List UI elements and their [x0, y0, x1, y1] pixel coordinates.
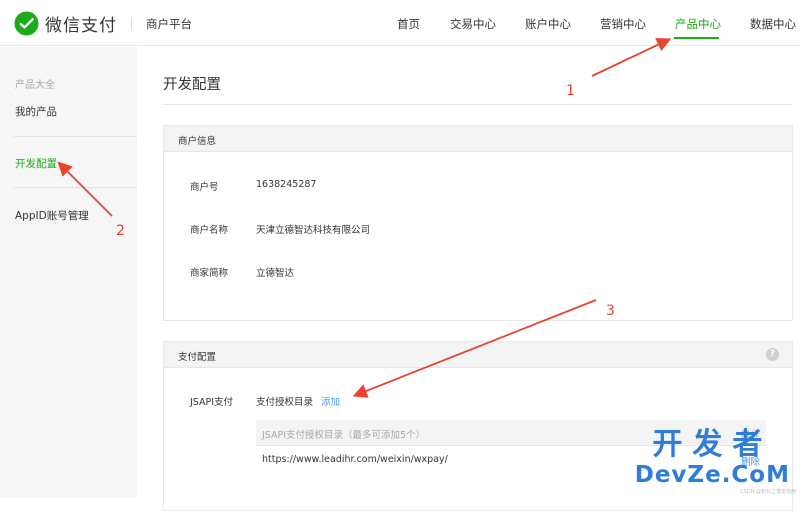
annotation-label-1: 1 [566, 83, 575, 99]
logo[interactable]: 微信支付 [14, 11, 117, 36]
nav-active-indicator [674, 37, 719, 39]
sidebar-item-my-products[interactable]: 我的产品 [15, 104, 57, 119]
nav-trade-center[interactable]: 交易中心 [450, 16, 496, 32]
sidebar: 产品大全 我的产品 开发配置 AppID账号管理 [0, 47, 137, 498]
annotation-label-3: 3 [606, 303, 615, 319]
merchant-name-value: 天津立德智达科技有限公司 [256, 225, 371, 236]
add-auth-dir-link[interactable]: 添加 [321, 394, 340, 408]
auth-dir-column-header: JSAPI支付授权目录（最多可添加5个） [262, 430, 426, 441]
merchant-name-label: 商户名称 [190, 225, 229, 236]
merchant-info-panel: 商户信息 商户号 1638245287 商户名称 天津立德智达科技有限公司 商家… [163, 125, 793, 321]
nav-product-center[interactable]: 产品中心 [675, 16, 721, 32]
top-bar: 微信支付 商户平台 首页 交易中心 账户中心 营销中心 产品中心 数据中心 [0, 0, 800, 46]
watermark-small: CSDN @初九之潜龙勿用 [740, 489, 796, 495]
nav-home[interactable]: 首页 [397, 16, 420, 32]
sidebar-divider [14, 136, 137, 137]
watermark: 开发者 DevZe.CoM [634, 427, 790, 489]
merchant-info-heading: 商户信息 [178, 136, 217, 147]
nav-marketing-center[interactable]: 营销中心 [600, 16, 646, 32]
brand-name: 微信支付 [45, 16, 117, 36]
sidebar-item-dev-config[interactable]: 开发配置 [15, 156, 57, 171]
header-divider [131, 17, 132, 30]
platform-name: 商户平台 [146, 17, 192, 31]
wechat-pay-logo-icon [14, 11, 39, 36]
watermark-cn: 开发者 [652, 427, 773, 462]
title-divider [163, 104, 793, 105]
jsapi-pay-label: JSAPI支付 [190, 397, 234, 408]
merchant-id-label: 商户号 [190, 182, 219, 193]
merchant-id-value: 1638245287 [256, 179, 317, 190]
sidebar-item-appid-management[interactable]: AppID账号管理 [15, 208, 89, 223]
nav-account-center[interactable]: 账户中心 [525, 16, 571, 32]
help-icon[interactable]: ? [766, 348, 779, 361]
pay-config-header: 支付配置 ? [164, 342, 792, 368]
annotation-label-2: 2 [116, 223, 125, 239]
merchant-short-name-label: 商家简称 [190, 268, 229, 279]
merchant-short-name-value: 立德智达 [256, 268, 295, 279]
auth-dir-url: https://www.leadihr.com/weixin/wxpay/ [262, 454, 448, 465]
auth-dir-label: 支付授权目录 [256, 397, 314, 408]
sidebar-group-label: 产品大全 [15, 80, 55, 91]
page-title: 开发配置 [163, 77, 221, 93]
merchant-info-header: 商户信息 [164, 126, 792, 152]
nav-data-center[interactable]: 数据中心 [750, 16, 796, 32]
watermark-en: DevZe.CoM [634, 462, 790, 488]
pay-config-heading: 支付配置 [178, 352, 217, 363]
sidebar-divider [14, 187, 137, 188]
